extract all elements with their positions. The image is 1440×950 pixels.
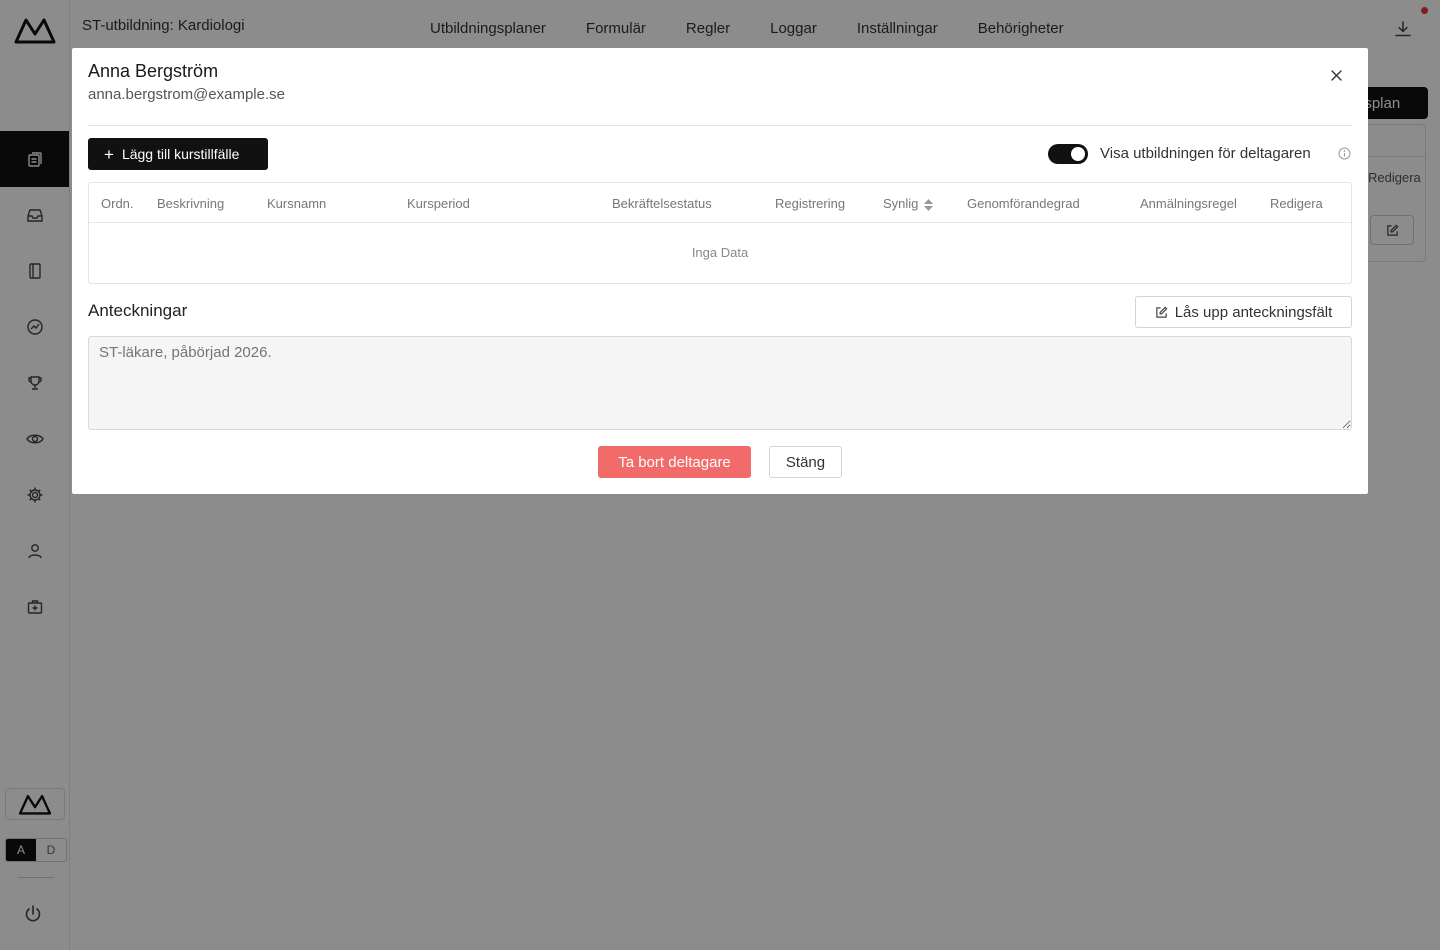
column-header-redigera: Redigera bbox=[1270, 196, 1323, 211]
close-button[interactable]: Stäng bbox=[769, 446, 842, 478]
toggle-knob bbox=[1071, 147, 1085, 161]
participant-modal: Anna Bergström anna.bergstrom@example.se… bbox=[72, 48, 1368, 494]
notes-heading: Anteckningar bbox=[88, 301, 188, 320]
empty-state: Inga Data bbox=[691, 245, 749, 260]
participant-email: anna.bergstrom@example.se bbox=[88, 86, 285, 103]
notes-textarea[interactable] bbox=[88, 336, 1352, 430]
close-icon bbox=[1330, 69, 1342, 81]
column-header-synlig-label: Synlig bbox=[883, 196, 919, 211]
add-course-session-button[interactable]: + Lägg till kurstillfälle bbox=[88, 138, 268, 170]
add-course-session-label: Lägg till kurstillfälle bbox=[121, 146, 240, 162]
column-header-kursnamn: Kursnamn bbox=[267, 196, 327, 211]
course-sessions-table: Ordn. Beskrivning Kursnamn Kursperiod Be… bbox=[88, 182, 1352, 284]
column-header-genomforandegrad: Genomförandegrad bbox=[967, 196, 1080, 211]
edit-icon bbox=[1155, 306, 1168, 318]
unlock-notes-label: Lås upp anteckningsfält bbox=[1174, 303, 1333, 321]
column-header-anmalningsregel: Anmälningsregel bbox=[1140, 196, 1237, 211]
visibility-label: Visa utbildningen för deltagaren bbox=[1100, 145, 1311, 162]
column-header-registrering: Registrering bbox=[775, 196, 846, 211]
column-header-beskrivning: Beskrivning bbox=[157, 196, 225, 211]
column-header-synlig[interactable]: Synlig bbox=[883, 196, 934, 211]
info-icon[interactable] bbox=[1338, 147, 1351, 160]
unlock-notes-button[interactable]: Lås upp anteckningsfält bbox=[1135, 296, 1352, 328]
close-modal-button[interactable] bbox=[1328, 67, 1344, 83]
table-header: Ordn. Beskrivning Kursnamn Kursperiod Be… bbox=[89, 183, 1351, 223]
column-header-bekraftelsestatus: Bekräftelsestatus bbox=[612, 196, 712, 211]
column-header-ordn: Ordn. bbox=[101, 196, 134, 211]
sort-icon[interactable] bbox=[924, 198, 934, 211]
remove-participant-button[interactable]: Ta bort deltagare bbox=[598, 446, 751, 478]
visibility-toggle[interactable] bbox=[1048, 144, 1088, 164]
header-divider bbox=[88, 125, 1352, 126]
plus-icon: + bbox=[104, 144, 114, 164]
participant-name: Anna Bergström bbox=[88, 61, 219, 81]
column-header-kursperiod: Kursperiod bbox=[407, 196, 470, 211]
